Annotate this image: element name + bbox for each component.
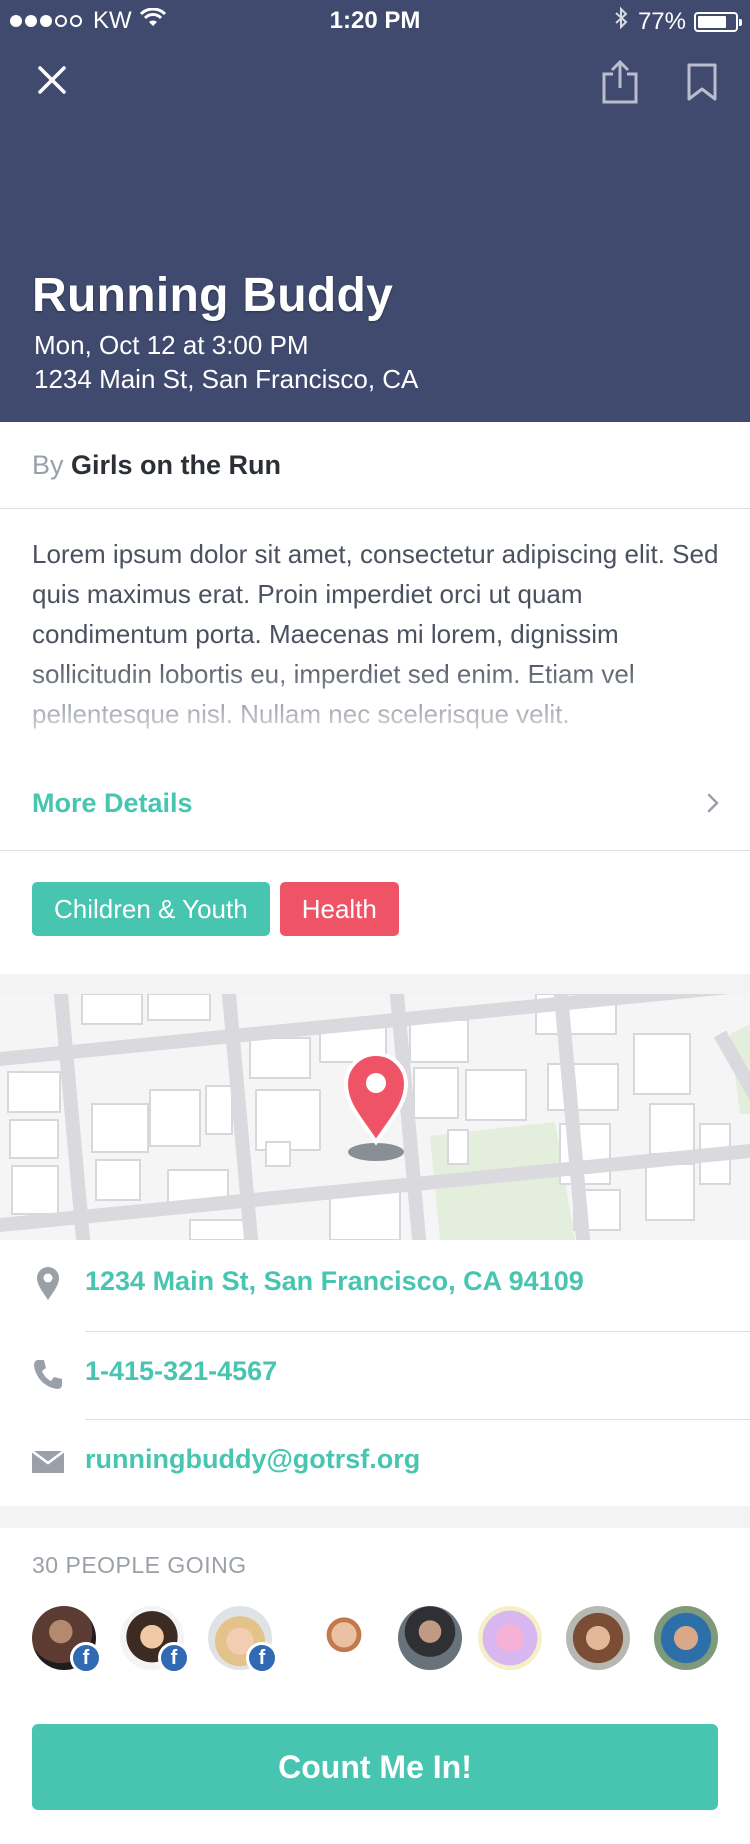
location-icon [28,1264,68,1304]
email-row[interactable]: runningbuddy@gotrsf.org [0,1418,750,1506]
battery-icon [694,11,742,32]
chevron-right-icon [702,792,724,814]
share-button[interactable] [596,58,644,110]
avatar-attendee-6[interactable] [478,1606,542,1670]
event-title: Running Buddy [32,269,394,322]
close-icon [37,65,67,100]
attendee-avatars: f f f [32,1606,722,1674]
divider [0,850,750,851]
address-text: 1234 Main St, San Francisco, CA 94109 [85,1266,584,1296]
map-image [0,994,750,1240]
bookmark-icon [686,62,718,107]
facebook-icon: f [70,1642,102,1674]
section-spacer [0,974,750,994]
phone-row[interactable]: 1-415-321-4567 [0,1330,750,1418]
avatar-attendee-7[interactable] [566,1606,630,1670]
phone-icon [28,1354,68,1394]
facebook-icon: f [158,1642,190,1674]
count-me-in-button[interactable]: Count Me In! [32,1724,718,1810]
divider [0,508,750,509]
organizer-prefix: By [32,450,64,480]
category-tags: Children & Youth Health [32,882,409,936]
organizer-name[interactable]: Girls on the Run [71,450,281,480]
battery-status: 77% [614,6,742,36]
event-datetime: Mon, Oct 12 at 3:00 PM [34,330,309,360]
avatar-attendee-8[interactable] [654,1606,718,1670]
more-details-label: More Details [32,788,193,818]
description-fade [0,660,750,730]
bluetooth-icon [614,6,628,36]
organizer-line: By Girls on the Run [32,450,281,481]
email-text: runningbuddy@gotrsf.org [85,1444,421,1474]
status-bar: KW 1:20 PM 77% [0,0,750,40]
event-address: 1234 Main St, San Francisco, CA [34,364,419,394]
mail-icon [28,1442,68,1482]
close-button[interactable] [30,60,74,104]
tag-children-youth[interactable]: Children & Youth [32,882,270,936]
tag-health[interactable]: Health [279,882,399,936]
phone-text: 1-415-321-4567 [85,1356,278,1386]
address-row[interactable]: 1234 Main St, San Francisco, CA 94109 [0,1240,750,1328]
avatar-attendee-5[interactable] [398,1606,462,1670]
location-map[interactable] [0,994,750,1240]
event-header: KW 1:20 PM 77% Running Buddy Mon, Oct 12… [0,0,750,422]
share-icon [601,59,639,109]
attendee-count: 30 PEOPLE GOING [32,1552,247,1578]
section-spacer [0,1506,750,1528]
bookmark-button[interactable] [680,60,724,108]
battery-percent: 77% [637,7,686,35]
avatar-attendee-4[interactable] [312,1606,376,1670]
more-details-link[interactable]: More Details [0,774,750,832]
facebook-icon: f [246,1642,278,1674]
